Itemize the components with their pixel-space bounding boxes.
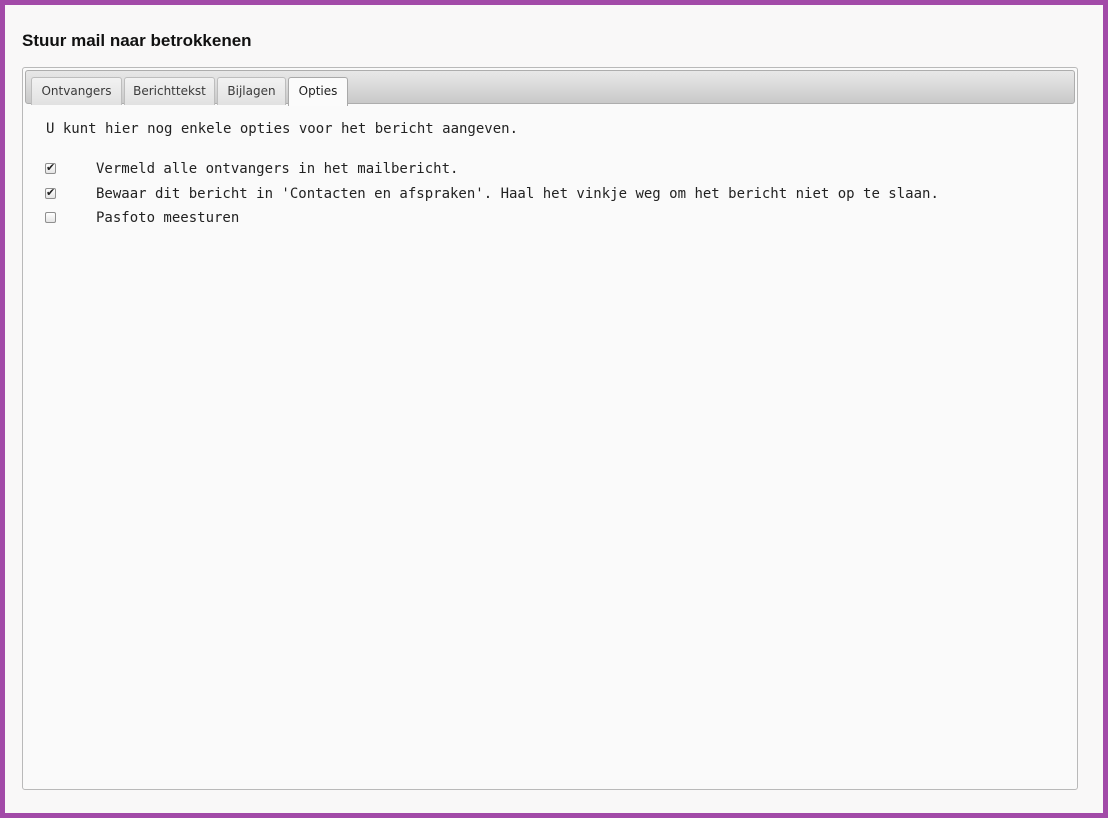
tab-bijlagen[interactable]: Bijlagen [217, 77, 286, 105]
send-photo-checkbox[interactable] [45, 212, 56, 223]
dialog-window: Stuur mail naar betrokkenen Ontvangers B… [0, 0, 1108, 818]
save-message-label: Bewaar dit bericht in 'Contacten en afsp… [96, 186, 939, 202]
tab-berichttekst[interactable]: Berichttekst [124, 77, 215, 105]
option-row-save-message: ✔ Bewaar dit bericht in 'Contacten en af… [45, 186, 1045, 208]
option-row-send-photo: Pasfoto meesturen [45, 210, 1045, 232]
send-photo-label: Pasfoto meesturen [96, 210, 240, 226]
tab-opties[interactable]: Opties [288, 77, 348, 106]
save-message-checkbox[interactable]: ✔ [45, 186, 56, 199]
option-row-mention-recipients: ✔ Vermeld alle ontvangers in het mailber… [45, 161, 1045, 183]
dialog-title: Stuur mail naar betrokkenen [22, 31, 252, 50]
check-mark-icon: ✔ [46, 161, 56, 174]
tab-panel: Ontvangers Berichttekst Bijlagen Opties … [22, 67, 1078, 790]
check-mark-icon: ✔ [46, 186, 56, 199]
tab-ontvangers[interactable]: Ontvangers [31, 77, 122, 105]
tab-bar: Ontvangers Berichttekst Bijlagen Opties [25, 70, 1075, 106]
options-intro-text: U kunt hier nog enkele opties voor het b… [46, 121, 519, 137]
mention-recipients-checkbox[interactable]: ✔ [45, 161, 56, 174]
mention-recipients-label: Vermeld alle ontvangers in het mailberic… [96, 161, 459, 177]
